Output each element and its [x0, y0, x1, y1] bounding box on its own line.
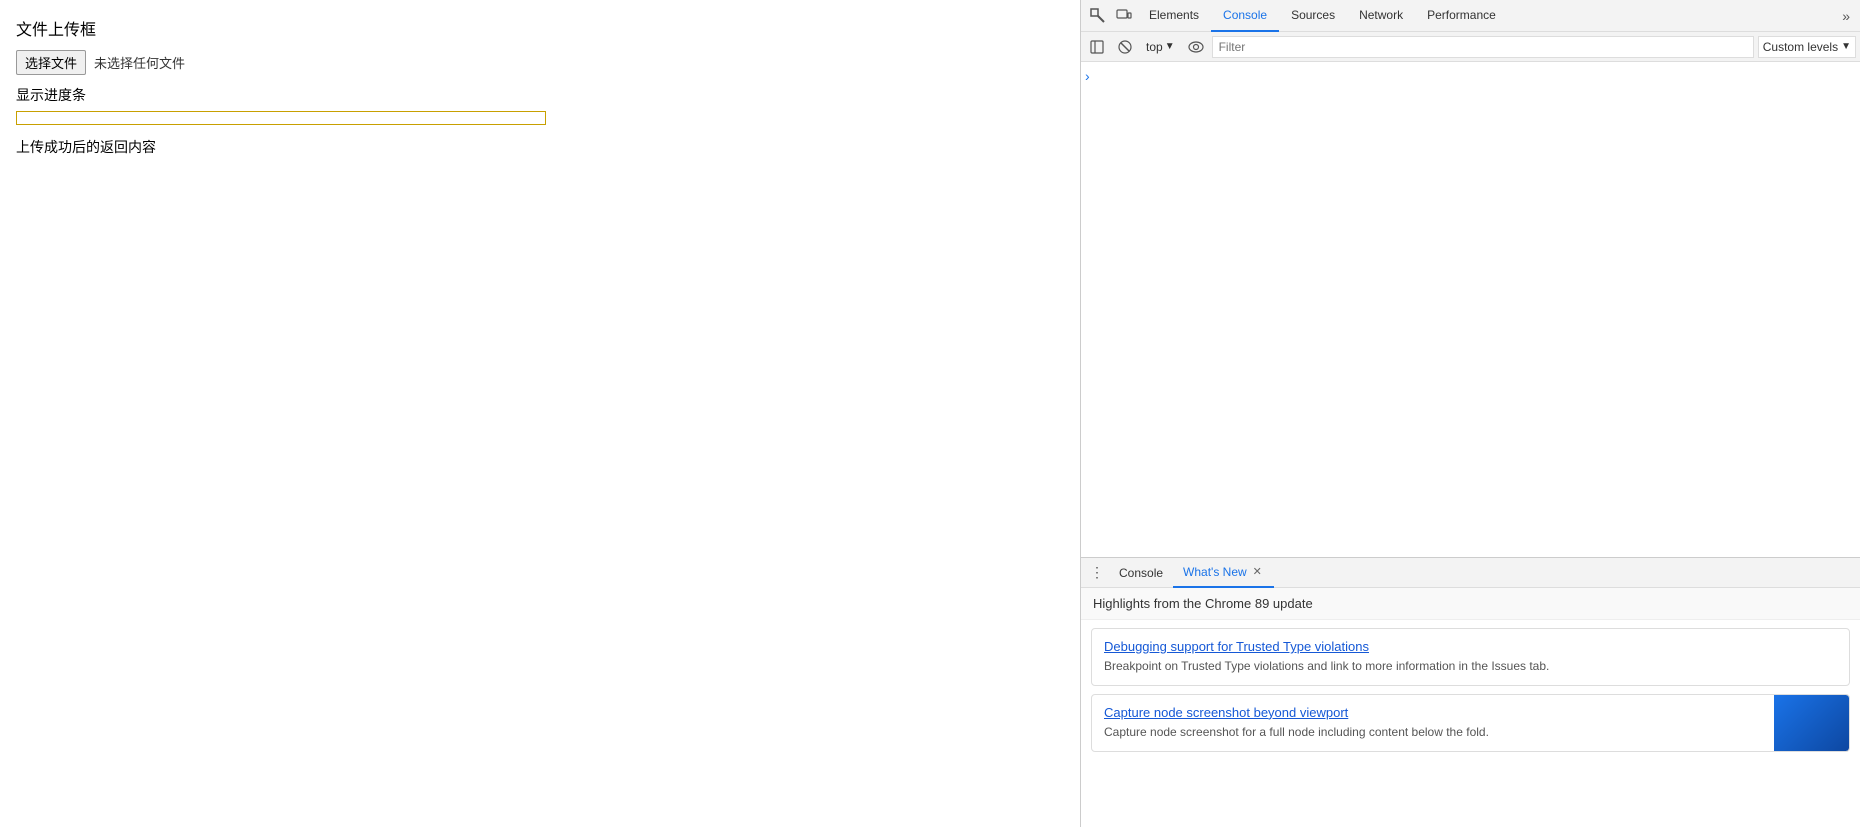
progress-bar — [16, 111, 546, 125]
bottom-panel-menu-icon[interactable]: ⋮ — [1085, 561, 1109, 585]
whats-new-close-icon[interactable]: ✕ — [1251, 564, 1264, 579]
choose-file-button[interactable]: 选择文件 — [16, 50, 86, 75]
whats-new-card-1: Debugging support for Trusted Type viola… — [1091, 628, 1850, 686]
inspect-element-icon[interactable] — [1085, 3, 1111, 29]
devtools-tabs: Elements Console Sources Network Perform… — [1137, 0, 1836, 32]
tab-network[interactable]: Network — [1347, 0, 1415, 32]
eye-icon[interactable] — [1184, 35, 1208, 59]
chevron-down-icon: ▼ — [1165, 41, 1175, 52]
sidebar-toggle-icon[interactable] — [1085, 35, 1109, 59]
upload-result-label: 上传成功后的返回内容 — [16, 137, 1064, 157]
file-input-row: 选择文件 未选择任何文件 — [16, 50, 1064, 75]
progress-label: 显示进度条 — [16, 85, 1064, 105]
context-selector[interactable]: top ▼ — [1141, 36, 1180, 58]
whats-new-card-1-desc: Breakpoint on Trusted Type violations an… — [1104, 658, 1837, 675]
tab-console[interactable]: Console — [1211, 0, 1279, 32]
clear-console-icon[interactable] — [1113, 35, 1137, 59]
whats-new-header: Highlights from the Chrome 89 update — [1081, 588, 1860, 620]
blue-accent-decoration — [1774, 695, 1849, 751]
filter-input[interactable] — [1212, 36, 1754, 58]
whats-new-card-2: Capture node screenshot beyond viewport … — [1091, 694, 1850, 752]
whats-new-content: Highlights from the Chrome 89 update Deb… — [1081, 588, 1860, 827]
devtools-panel: Elements Console Sources Network Perform… — [1080, 0, 1860, 827]
whats-new-card-2-title[interactable]: Capture node screenshot beyond viewport — [1104, 705, 1837, 720]
no-file-label: 未选择任何文件 — [94, 53, 185, 72]
whats-new-card-1-title[interactable]: Debugging support for Trusted Type viola… — [1104, 639, 1837, 654]
page-title: 文件上传框 — [16, 16, 1064, 40]
bottom-tabs-bar: ⋮ Console What's New ✕ — [1081, 558, 1860, 588]
whats-new-card-2-desc: Capture node screenshot for a full node … — [1104, 724, 1837, 741]
tab-console-bottom[interactable]: Console — [1109, 558, 1173, 588]
devtools-bottom-panel: ⋮ Console What's New ✕ Highlights from t… — [1081, 557, 1860, 827]
custom-levels-button[interactable]: Custom levels ▼ — [1758, 36, 1856, 58]
devtools-console-toolbar: top ▼ Custom levels ▼ — [1081, 32, 1860, 62]
tab-performance[interactable]: Performance — [1415, 0, 1508, 32]
tab-whats-new[interactable]: What's New ✕ — [1173, 558, 1274, 588]
more-tabs-button[interactable]: » — [1836, 0, 1856, 32]
tab-elements[interactable]: Elements — [1137, 0, 1211, 32]
devtools-top-toolbar: Elements Console Sources Network Perform… — [1081, 0, 1860, 32]
tab-sources[interactable]: Sources — [1279, 0, 1347, 32]
chevron-down-icon: ▼ — [1841, 41, 1851, 52]
main-content: 文件上传框 选择文件 未选择任何文件 显示进度条 上传成功后的返回内容 — [0, 0, 1080, 827]
console-expand-arrow[interactable]: › — [1081, 66, 1097, 82]
console-content: › — [1081, 62, 1860, 557]
device-toggle-icon[interactable] — [1111, 3, 1137, 29]
